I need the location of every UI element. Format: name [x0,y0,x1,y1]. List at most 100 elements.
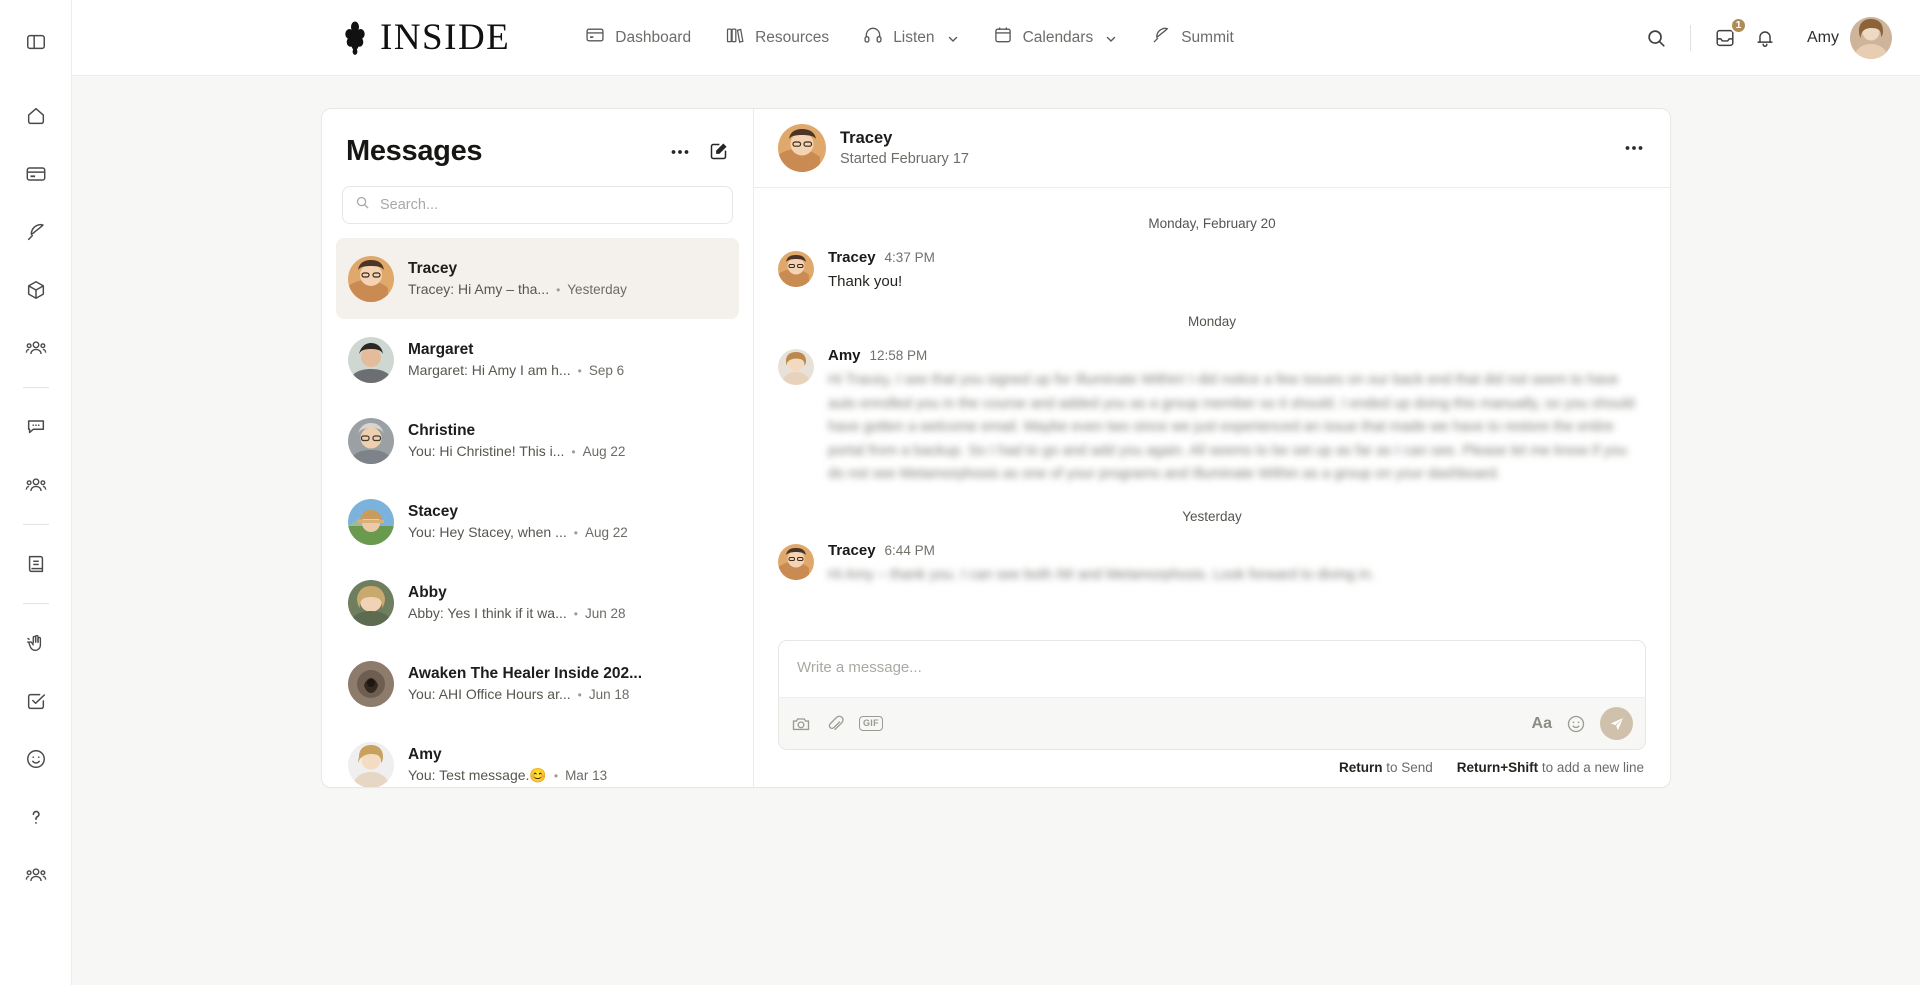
home-icon[interactable] [14,94,58,138]
conversation-name: Stacey [408,503,458,520]
composer-hints: Return to Send Return+Shift to add a new… [778,750,1646,775]
conversation-preview: You: Test message.😊 [408,766,547,783]
list-item[interactable]: Tracey Tracey: Hi Amy – tha... • Yesterd… [336,238,739,319]
thread-title: Tracey [840,129,893,147]
conversation-name: Awaken The Healer Inside 202... [408,665,643,682]
separator-dot: • [577,688,582,702]
inbox-icon[interactable]: 1 [1705,16,1747,58]
message: Tracey 4:37 PM Thank you! [778,249,1646,292]
format-text-button[interactable]: Aa [1532,715,1552,733]
message-meta: Tracey 6:44 PM [828,542,1646,559]
message-main: Tracey 4:37 PM Thank you! [828,249,1646,292]
user-menu[interactable]: Amy [1807,16,1892,59]
messages-card: Messages Search... Tracey Tracey: Hi Amy… [321,108,1671,788]
message-text: Hi Amy – thank you. I can see both IW an… [828,566,1375,583]
search-input[interactable] [380,197,720,213]
nav-label-resources: Resources [755,28,830,46]
composer: Write a message... GIF Aa [778,640,1646,750]
header-divider [1690,24,1691,51]
gif-icon[interactable]: GIF [859,716,883,731]
conversation-preview: You: Hi Christine! This i... [408,443,565,459]
nav-item-summit[interactable]: Summit [1134,17,1251,58]
community-icon[interactable] [14,463,58,507]
ellipsis-icon[interactable] [668,140,692,164]
compose-icon[interactable] [708,141,729,162]
message-text: Thank you! [828,273,903,290]
panel-toggle-icon[interactable] [14,20,58,64]
conversation-preview: Margaret: Hi Amy I am h... [408,362,571,378]
search-icon-small [355,195,370,215]
wave-icon[interactable] [14,621,58,665]
paperclip-icon[interactable] [825,714,845,734]
list-item[interactable]: Amy You: Test message.😊 • Mar 13 [336,724,739,787]
group-icon[interactable] [14,326,58,370]
list-item-body: Margaret Margaret: Hi Amy I am h... • Se… [408,341,727,378]
conversation-time: Sep 6 [588,363,625,378]
list-item[interactable]: Stacey You: Hey Stacey, when ... • Aug 2… [336,481,739,562]
emoji-icon[interactable] [1566,714,1586,734]
nav-item-dashboard[interactable]: Dashboard [568,17,708,58]
conversation-time: Aug 22 [582,444,626,459]
conversation-sub: You: Hey Stacey, when ... • Aug 22 [408,524,727,540]
chat-icon[interactable] [14,405,58,449]
day-separator: Yesterday [1182,508,1242,524]
conversation-preview: Abby: Yes I think if it wa... [408,605,567,621]
day-separator: Monday [1187,314,1237,330]
conversation-preview: Tracey: Hi Amy – tha... [408,281,550,297]
list-item[interactable]: Abby Abby: Yes I think if it wa... • Jun… [336,562,739,643]
conversation-name: Tracey [408,260,458,277]
help-icon[interactable] [14,795,58,839]
separator-dot: • [573,526,578,540]
list-item-body: Christine You: Hi Christine! This i... •… [408,422,727,459]
thread-title-block: Tracey Started February 17 [840,129,969,167]
conversation-time: Jun 18 [588,687,630,702]
list-item-body: Stacey You: Hey Stacey, when ... • Aug 2… [408,503,727,540]
search-box[interactable] [342,186,733,224]
avatar [348,660,394,707]
rail-divider-2 [22,524,49,525]
rail-divider-3 [22,603,49,604]
message-input[interactable]: Write a message... [779,641,1645,697]
hint-newline-text: to add a new line [1541,760,1644,775]
checkbox-icon[interactable] [14,679,58,723]
avatar [348,255,394,302]
conversation-sub: You: Test message.😊 • Mar 13 [408,767,727,784]
list-item[interactable]: Margaret Margaret: Hi Amy I am h... • Se… [336,319,739,400]
conversation-sub: Abby: Yes I think if it wa... • Jun 28 [408,605,727,621]
message-meta: Amy 12:58 PM [828,347,1646,364]
top-header: INSIDE Dashboard Resources Listen Calend… [72,0,1920,76]
conversation-sub: Tracey: Hi Amy – tha... • Yesterday [408,281,727,297]
brand-logo[interactable]: INSIDE [340,19,510,56]
list-item[interactable]: Awaken The Healer Inside 202... You: AHI… [336,643,739,724]
card-icon[interactable] [14,152,58,196]
smiley-icon[interactable] [14,737,58,781]
pinecone-icon [340,21,370,55]
box-icon[interactable] [14,268,58,312]
avatar [778,251,814,287]
search-wrap [322,182,753,238]
members-icon[interactable] [14,853,58,897]
ellipsis-icon[interactable] [1622,136,1646,160]
brand-text: INSIDE [380,17,511,58]
avatar[interactable] [1850,16,1892,59]
bell-icon[interactable] [1745,18,1785,58]
hint-newline-key: Return+Shift [1456,760,1539,775]
camera-icon[interactable] [791,714,811,734]
nav-item-calendars[interactable]: Calendars [976,17,1135,58]
messages-header-actions [668,140,729,164]
chevron-down-icon [947,32,959,44]
message-time: 6:44 PM [884,542,935,558]
user-name: Amy [1807,28,1839,46]
hint-send: Return to Send [1339,760,1433,775]
rail-divider [22,387,49,388]
feather-icon[interactable] [14,210,58,254]
book-icon[interactable] [14,542,58,586]
nav-item-listen[interactable]: Listen [846,17,975,58]
search-icon[interactable] [1636,18,1676,58]
nav-label-dashboard: Dashboard [615,28,692,46]
thread-header: Tracey Started February 17 [754,109,1670,188]
send-button[interactable] [1600,707,1633,740]
nav-item-resources[interactable]: Resources [708,17,846,58]
list-item[interactable]: Christine You: Hi Christine! This i... •… [336,400,739,481]
message-time: 4:37 PM [884,250,935,265]
